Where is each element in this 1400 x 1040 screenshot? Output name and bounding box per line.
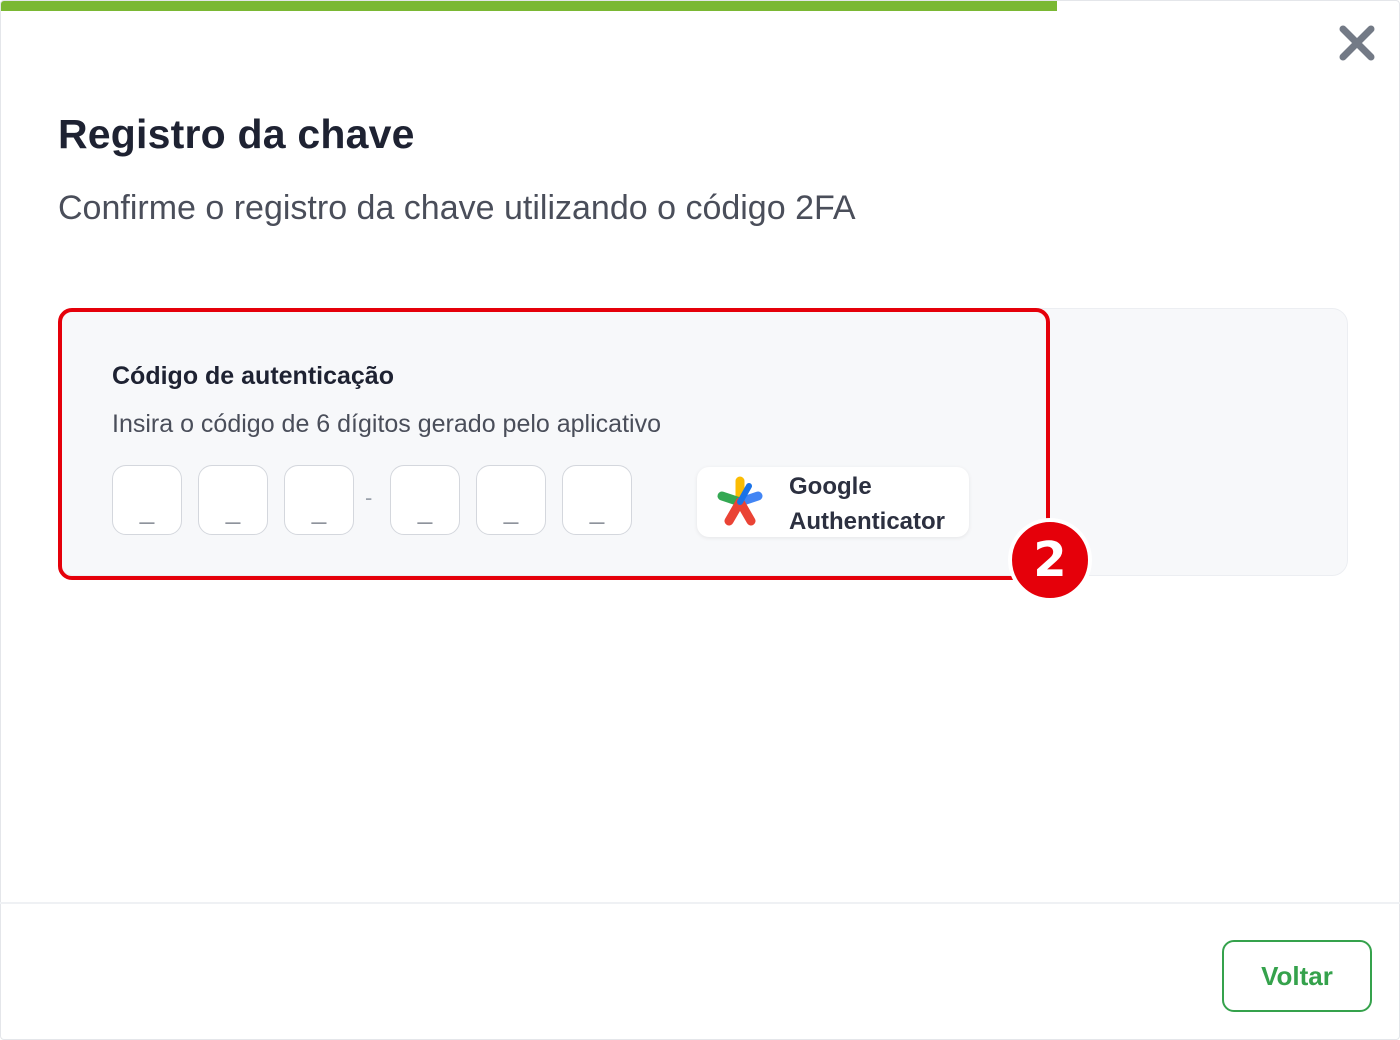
code-digit-3[interactable] bbox=[284, 465, 354, 535]
page-title: Registro da chave bbox=[58, 111, 415, 157]
auth-code-title: Código de autenticação bbox=[112, 362, 394, 390]
google-authenticator-icon bbox=[717, 476, 763, 526]
code-digit-1[interactable] bbox=[112, 465, 182, 535]
authenticator-label-line1: Google bbox=[789, 473, 872, 500]
progress-bar-fill bbox=[1, 1, 1057, 11]
progress-bar bbox=[1, 1, 1399, 11]
annotation-step-badge: 2 bbox=[1008, 518, 1092, 602]
authenticator-label: Google Authenticator bbox=[789, 469, 945, 539]
close-button[interactable] bbox=[1335, 21, 1379, 65]
close-icon bbox=[1339, 25, 1375, 61]
back-button[interactable]: Voltar bbox=[1222, 940, 1372, 1012]
code-separator: - bbox=[365, 485, 373, 510]
page-subtitle: Confirme o registro da chave utilizando … bbox=[58, 189, 856, 227]
google-authenticator-badge: Google Authenticator bbox=[697, 467, 969, 537]
code-digit-6[interactable] bbox=[562, 465, 632, 535]
code-digit-4[interactable] bbox=[390, 465, 460, 535]
code-digit-2[interactable] bbox=[198, 465, 268, 535]
authenticator-label-line2: Authenticator bbox=[789, 508, 945, 535]
code-digit-5[interactable] bbox=[476, 465, 546, 535]
footer-divider bbox=[0, 902, 1400, 904]
auth-code-description: Insira o código de 6 dígitos gerado pelo… bbox=[112, 410, 661, 438]
